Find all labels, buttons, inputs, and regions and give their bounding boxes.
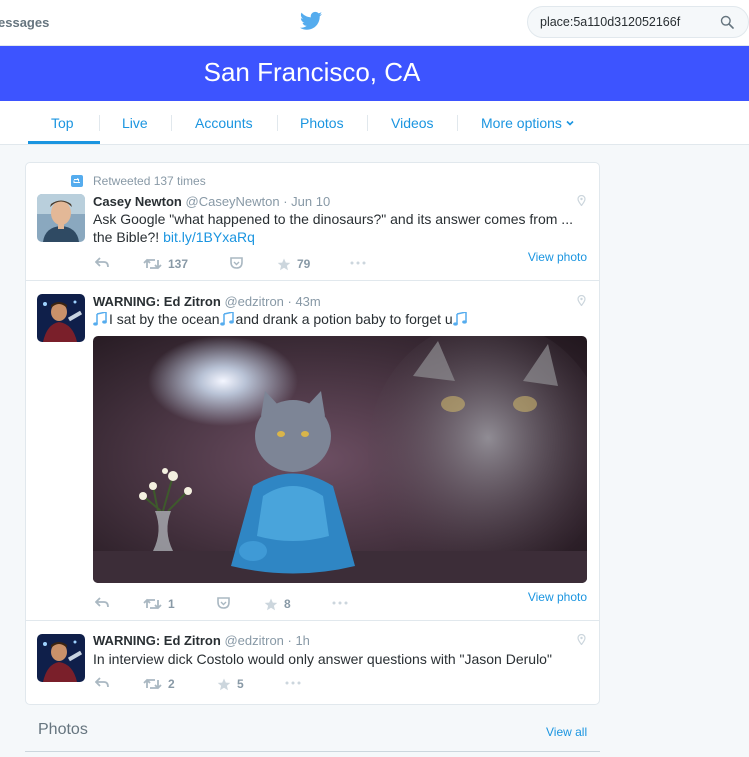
author-meta[interactable]: @edzitron · 1h <box>224 633 309 648</box>
more-button[interactable] <box>349 260 367 266</box>
retweet-context-icon <box>71 175 83 187</box>
music-notes-icon <box>219 311 234 326</box>
tab-more-options[interactable]: More options <box>481 115 574 131</box>
view-photo-link[interactable]: View photo <box>528 250 587 264</box>
tweet-header: WARNING: Ed Zitron @edzitron · 43m <box>93 294 321 309</box>
favorite-count: 8 <box>284 597 291 611</box>
tweet-text: I sat by the ocean and drank a potion bab… <box>93 310 588 328</box>
reply-arrow-icon <box>95 677 109 688</box>
tweet-item[interactable]: Retweeted 137 times Casey Newton @CaseyN… <box>26 163 599 281</box>
page-title: San Francisco, CA <box>203 57 421 87</box>
tweet-text: In interview dick Costolo would only ans… <box>93 651 552 667</box>
tab-top[interactable]: Top <box>51 115 74 131</box>
retweet-icon <box>143 678 162 690</box>
tab-separator <box>367 115 368 131</box>
retweet-count: 137 <box>168 257 189 271</box>
music-notes-icon <box>93 311 107 326</box>
ellipsis-icon <box>285 681 301 685</box>
more-button[interactable] <box>284 680 302 686</box>
retweet-button[interactable]: 1 <box>143 597 175 611</box>
retweet-count: 1 <box>168 597 175 611</box>
retweet-button[interactable]: 2 <box>143 677 175 691</box>
favorite-button[interactable]: 79 <box>277 257 310 271</box>
tweet-item[interactable]: WARNING: Ed Zitron @edzitron · 43m I sat… <box>26 281 599 621</box>
tweet-item[interactable]: WARNING: Ed Zitron @edzitron · 1h In int… <box>26 621 599 705</box>
more-button[interactable] <box>331 600 349 606</box>
reply-button[interactable] <box>95 597 109 609</box>
avatar-ed-zitron <box>37 634 85 682</box>
reply-arrow-icon <box>95 257 109 268</box>
retweet-count: 2 <box>168 677 175 691</box>
chevron-down-icon <box>566 120 574 126</box>
tab-live[interactable]: Live <box>122 115 148 131</box>
view-all-photos-link[interactable]: View all <box>546 725 587 739</box>
tweet-link[interactable]: bit.ly/1BYxaRq <box>163 229 255 245</box>
avatar-ed-zitron <box>37 294 85 342</box>
tab-videos[interactable]: Videos <box>391 115 434 131</box>
avatar[interactable] <box>37 294 85 342</box>
tab-separator <box>99 115 100 131</box>
view-photo-link[interactable]: View photo <box>528 590 587 604</box>
music-notes-icon <box>452 311 467 326</box>
pocket-button[interactable] <box>230 257 243 269</box>
favorite-button[interactable]: 5 <box>217 677 244 691</box>
avatar[interactable] <box>37 634 85 682</box>
tweet-text-part-2: and drank a potion baby to forget u <box>235 311 453 327</box>
tab-accounts[interactable]: Accounts <box>195 115 253 131</box>
avatar[interactable] <box>37 194 85 242</box>
cat-photo-image <box>93 336 587 583</box>
ellipsis-icon <box>332 601 348 605</box>
retweet-context: Retweeted 137 times <box>93 174 206 188</box>
location-banner: San Francisco, CA <box>0 46 749 101</box>
twitter-bird-icon[interactable] <box>300 11 322 31</box>
tweet-text-part-1: I sat by the ocean <box>109 311 220 327</box>
pocket-icon <box>217 597 230 609</box>
tab-more-options-label: More options <box>481 115 562 131</box>
star-icon <box>264 598 278 610</box>
author-meta[interactable]: @CaseyNewton · Jun 10 <box>186 194 331 209</box>
tweet-header: Casey Newton @CaseyNewton · Jun 10 <box>93 194 330 209</box>
tab-separator <box>457 115 458 131</box>
tab-separator <box>171 115 172 131</box>
reply-button[interactable] <box>95 257 109 269</box>
author-name[interactable]: Casey Newton <box>93 194 182 209</box>
messages-link[interactable]: essages <box>0 15 49 30</box>
author-name[interactable]: WARNING: Ed Zitron <box>93 294 221 309</box>
author-meta[interactable]: @edzitron · 43m <box>224 294 320 309</box>
favorite-button[interactable]: 8 <box>264 597 291 611</box>
active-tab-indicator <box>28 141 100 144</box>
favorite-count: 5 <box>237 677 244 691</box>
top-nav-bar: essages <box>0 0 749 46</box>
pocket-button[interactable] <box>217 597 230 609</box>
star-icon <box>277 258 291 270</box>
map-pin-icon[interactable] <box>577 195 586 206</box>
photos-section-title: Photos <box>38 721 88 738</box>
favorite-count: 79 <box>297 257 311 271</box>
pocket-icon <box>230 257 243 269</box>
search-tabs: Top Live Accounts Photos Videos More opt… <box>0 101 749 145</box>
tweet-stream: Retweeted 137 times Casey Newton @CaseyN… <box>25 162 600 705</box>
ellipsis-icon <box>350 261 366 265</box>
search-box <box>527 6 749 38</box>
section-divider <box>25 751 600 752</box>
author-name[interactable]: WARNING: Ed Zitron <box>93 633 221 648</box>
search-input[interactable] <box>540 13 710 31</box>
reply-arrow-icon <box>95 597 109 608</box>
reply-button[interactable] <box>95 677 109 689</box>
star-icon <box>217 678 231 690</box>
tweet-header: WARNING: Ed Zitron @edzitron · 1h <box>93 633 310 648</box>
tweet-text: Ask Google "what happened to the dinosau… <box>93 210 588 246</box>
map-pin-icon[interactable] <box>577 295 586 306</box>
tweet-photo[interactable] <box>93 336 587 583</box>
retweet-icon <box>143 258 162 270</box>
retweet-icon <box>143 598 162 610</box>
tab-separator <box>277 115 278 131</box>
tab-photos[interactable]: Photos <box>300 115 344 131</box>
avatar-casey-newton <box>37 194 85 242</box>
magnifier-icon[interactable] <box>720 15 734 29</box>
map-pin-icon[interactable] <box>577 634 586 645</box>
retweet-button[interactable]: 137 <box>143 257 188 271</box>
